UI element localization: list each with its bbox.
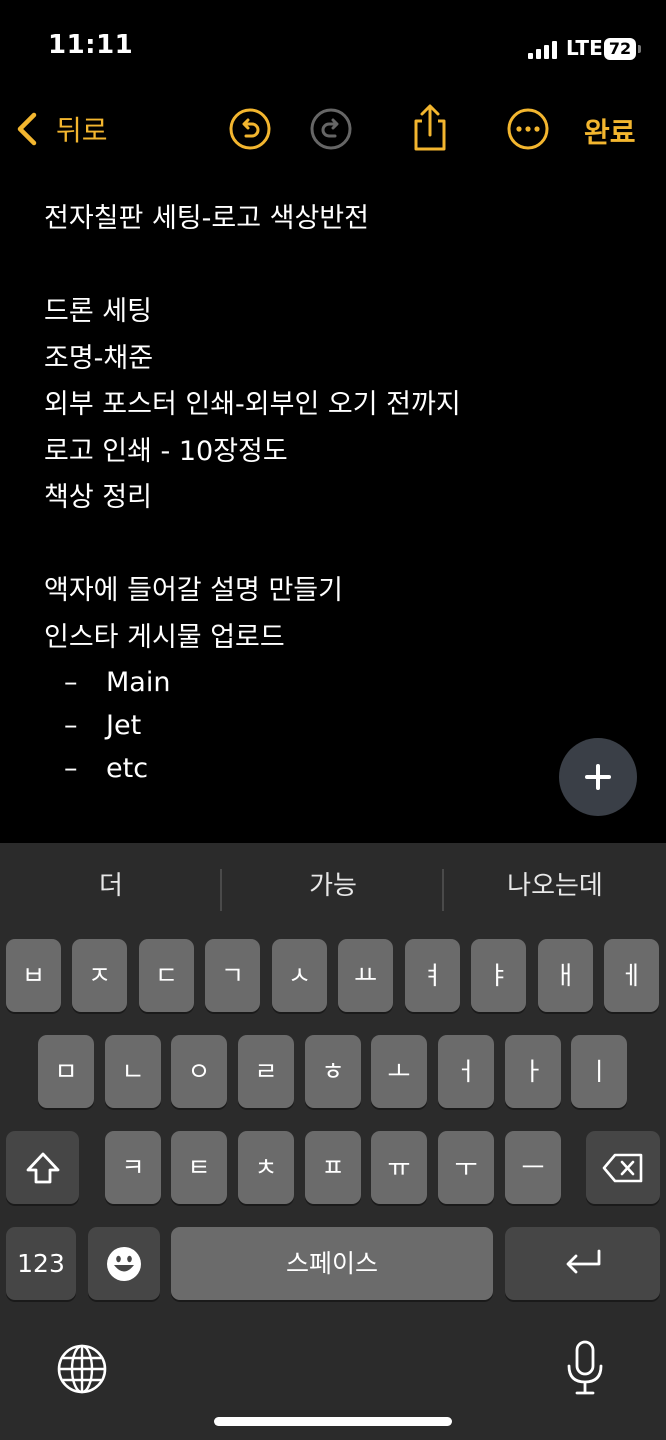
battery-icon: 72: [604, 38, 636, 60]
key[interactable]: ㅊ: [238, 1131, 294, 1204]
dash-list-item: – Jet: [44, 704, 624, 747]
network-label: LTE: [566, 36, 603, 60]
dash-bullet: –: [64, 710, 78, 741]
back-chevron-icon: [17, 112, 37, 146]
emoji-key[interactable]: [88, 1227, 160, 1300]
dash-bullet: –: [64, 667, 78, 698]
done-button[interactable]: 완료: [584, 111, 636, 151]
key[interactable]: ㅕ: [405, 939, 460, 1012]
key[interactable]: ㅁ: [38, 1035, 94, 1108]
key[interactable]: ㅅ: [272, 939, 327, 1012]
battery-tip: [638, 45, 641, 53]
undo-icon[interactable]: [228, 107, 272, 151]
note-line: 드론 세팅: [44, 296, 152, 327]
key[interactable]: ㄹ: [238, 1035, 294, 1108]
delete-icon: [602, 1153, 643, 1182]
key[interactable]: ㅗ: [371, 1035, 427, 1108]
return-icon: [566, 1249, 600, 1273]
key[interactable]: ㅑ: [471, 939, 526, 1012]
key[interactable]: ㅠ: [371, 1131, 427, 1204]
suggestion-bar: 더 가능 나오는데: [0, 843, 666, 933]
suggestion-item[interactable]: 나오는데: [444, 865, 666, 902]
dash-bullet: –: [64, 753, 78, 784]
dash-item-text: etc: [106, 753, 149, 784]
emoji-icon: [107, 1246, 141, 1281]
key[interactable]: ㅂ: [6, 939, 61, 1012]
key[interactable]: ㅌ: [171, 1131, 227, 1204]
note-blank-line: [44, 243, 624, 290]
keyboard: 더 가능 나오는데 ㅂ ㅈ ㄷ ㄱ ㅅ ㅛ ㅕ ㅑ ㅐ ㅔ ㅁ ㄴ ㅇ ㄹ ㅎ …: [0, 843, 666, 1440]
key[interactable]: ㅔ: [604, 939, 659, 1012]
key[interactable]: ㅍ: [305, 1131, 361, 1204]
redo-icon[interactable]: [309, 107, 353, 151]
note-line: 인스타 게시물 업로드: [44, 621, 285, 653]
key[interactable]: ㅏ: [505, 1035, 561, 1108]
key[interactable]: ㄱ: [205, 939, 260, 1012]
key[interactable]: ㅇ: [171, 1035, 227, 1108]
dash-item-text: Jet: [106, 710, 142, 741]
mic-icon[interactable]: [563, 1340, 607, 1396]
key[interactable]: ㄷ: [139, 939, 194, 1012]
dash-item-text: Main: [106, 667, 171, 698]
key[interactable]: ㅣ: [571, 1035, 627, 1108]
key[interactable]: ㅐ: [538, 939, 593, 1012]
note-line: 전자칠판 세팅-로고 색상반전: [44, 203, 369, 234]
key[interactable]: ㅓ: [438, 1035, 494, 1108]
back-label: 뒤로: [56, 114, 108, 147]
dash-list-item: – etc: [44, 747, 624, 790]
space-key[interactable]: 스페이스: [171, 1227, 493, 1300]
delete-key[interactable]: [586, 1131, 660, 1204]
key[interactable]: ㅋ: [105, 1131, 161, 1204]
note-blank-line: [44, 522, 624, 569]
signal-icon: [528, 41, 560, 59]
shift-icon: [26, 1152, 59, 1183]
notes-toolbar: 뒤로 완료: [0, 95, 666, 165]
note-line: 조명-채준: [44, 342, 154, 374]
key[interactable]: ㄴ: [105, 1035, 161, 1108]
suggestion-item[interactable]: 더: [0, 865, 222, 902]
note-line: 로고 인쇄 - 10장정도: [44, 435, 288, 467]
note-line: 책상 정리: [44, 482, 152, 513]
key[interactable]: ㅛ: [338, 939, 393, 1012]
share-icon[interactable]: [408, 103, 452, 153]
plus-icon[interactable]: [559, 738, 637, 816]
key[interactable]: ㅎ: [305, 1035, 361, 1108]
key[interactable]: ㅈ: [72, 939, 127, 1012]
home-indicator[interactable]: [214, 1417, 452, 1426]
key[interactable]: ㅜ: [438, 1131, 494, 1204]
numbers-key[interactable]: 123: [6, 1227, 76, 1300]
note-body[interactable]: 전자칠판 세팅-로고 색상반전 드론 세팅 조명-채준 외부 포스터 인쇄-외부…: [44, 196, 624, 790]
suggestion-item[interactable]: 가능: [222, 865, 444, 902]
shift-key[interactable]: [6, 1131, 79, 1204]
status-bar: 11:11 LTE 72: [0, 0, 666, 90]
return-key[interactable]: [505, 1227, 660, 1300]
back-button[interactable]: 뒤로: [14, 109, 108, 149]
status-time: 11:11: [48, 30, 134, 60]
more-icon[interactable]: [506, 107, 550, 151]
key[interactable]: ㅡ: [505, 1131, 561, 1204]
dash-list-item: – Main: [44, 661, 624, 704]
note-line: 액자에 들어갈 설명 만들기: [44, 575, 343, 606]
note-line: 외부 포스터 인쇄-외부인 오기 전까지: [44, 389, 461, 420]
globe-icon[interactable]: [56, 1343, 108, 1395]
